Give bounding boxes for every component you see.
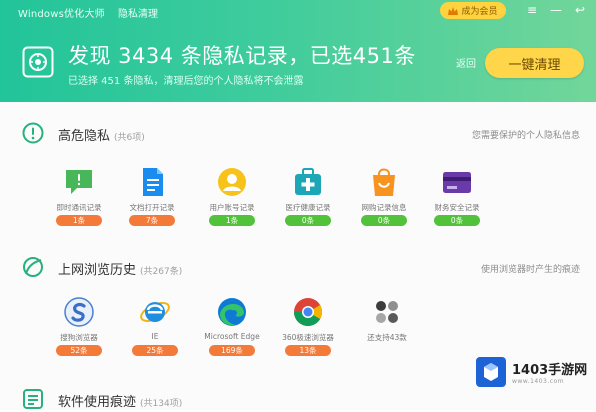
app-title: Windows优化大师 [18,9,105,20]
item-label: 网购记录信息 [361,203,407,212]
section-count: (共134项) [140,399,183,409]
minimize-icon[interactable]: — [548,2,564,18]
item-count-badge: 1条 [56,215,102,226]
privacy-item-documents[interactable]: 文档打开记录 7条 [115,166,189,232]
item-count-badge: 13条 [285,345,331,356]
document-icon [143,168,163,196]
item-count-badge: 52条 [56,345,102,356]
item-label: 文档打开记录 [129,203,175,212]
vip-button[interactable]: 成为会员 [440,2,506,19]
chrome-browser-icon [294,298,322,326]
crown-icon [448,6,459,15]
software-icon [23,389,43,409]
site-watermark: 1403手游网 www.1403.com [476,352,596,392]
item-label: 即时通讯记录 [56,203,102,212]
shopping-bag-icon [373,168,395,196]
privacy-item-chat[interactable]: 即时通讯记录 1条 [42,166,116,232]
watermark-logo-icon [476,357,506,387]
item-count-badge: 169条 [209,345,255,356]
section-title: 软件使用痕迹 (共134项) [58,395,183,410]
back-arrow-icon[interactable]: ↩ [572,2,588,18]
section-count: (共6项) [114,133,145,143]
item-count-badge: 0条 [434,215,480,226]
section-high-risk: 高危隐私 (共6项) 您需要保护的个人隐私信息 [0,122,596,146]
credit-card-icon [443,172,471,193]
browser-item-sogou[interactable]: 搜狗浏览器 52条 [42,296,116,362]
browser-leaf-icon [23,257,43,277]
browser-item-more[interactable]: 还支持43款 [350,296,424,362]
privacy-item-finance[interactable]: 财务安全记录 0条 [420,166,494,232]
return-link[interactable]: 返回 [456,55,476,70]
ie-browser-icon [140,302,170,322]
watermark-sub: www.1403.com [512,378,565,385]
more-apps-icon [376,301,398,323]
item-label: Microsoft Edge [204,332,260,341]
chat-icon [66,170,92,194]
edge-browser-icon [218,298,246,326]
item-count-badge: 0条 [285,215,331,226]
sogou-browser-icon [64,297,94,327]
item-count-badge: 0条 [361,215,407,226]
warning-icon [22,122,44,144]
menu-icon[interactable]: ≡ [524,2,540,18]
item-label: 360极速浏览器 [282,333,334,342]
vip-label: 成为会员 [461,7,498,17]
item-count-badge: 25条 [132,345,178,356]
item-label: IE [151,332,159,341]
scan-result-headline: 发现 3434 条隐私记录，已选451条 [68,44,416,68]
section-title: 上网浏览历史 (共267条) [58,263,183,278]
section-note: 使用浏览器时产生的痕迹 [480,265,580,275]
summary-header: Windows优化大师 隐私清理 成为会员 ≡ — ↩ 发现 3434 条隐私记… [0,0,596,102]
user-icon [218,168,246,196]
scan-result-subline: 已选择 451 条隐私，清理后您的个人隐私将不会泄露 [68,76,304,87]
title-bar: Windows优化大师 隐私清理 成为会员 ≡ — ↩ [0,0,596,24]
item-label: 医疗健康记录 [285,203,331,212]
item-count-badge: 1条 [209,215,255,226]
section-title: 高危隐私 (共6项) [58,129,145,144]
privacy-item-medical[interactable]: 医疗健康记录 0条 [271,166,345,232]
item-label: 搜狗浏览器 [60,333,98,342]
privacy-item-account[interactable]: 用户账号记录 1条 [195,166,269,232]
section-note: 您需要保护的个人隐私信息 [471,131,580,141]
browser-item-ie[interactable]: IE 25条 [118,296,192,362]
section-browser-history: 上网浏览历史 (共267条) 使用浏览器时产生的痕迹 [0,256,596,280]
section-count: (共267条) [140,267,183,277]
medical-kit-icon [295,168,321,195]
watermark-text: 1403手游网 [512,363,588,378]
browser-item-edge[interactable]: Microsoft Edge 169条 [195,296,269,362]
app-subtitle: 隐私清理 [118,9,158,20]
browser-item-360[interactable]: 360极速浏览器 13条 [271,296,345,362]
item-label: 用户账号记录 [209,203,255,212]
item-label: 财务安全记录 [434,203,480,212]
one-click-clean-button[interactable]: 一键清理 [485,48,584,78]
privacy-item-shopping[interactable]: 网购记录信息 0条 [347,166,421,232]
item-count-badge: 7条 [129,215,175,226]
item-label: 还支持43款 [367,333,407,342]
privacy-scan-icon [22,46,54,78]
